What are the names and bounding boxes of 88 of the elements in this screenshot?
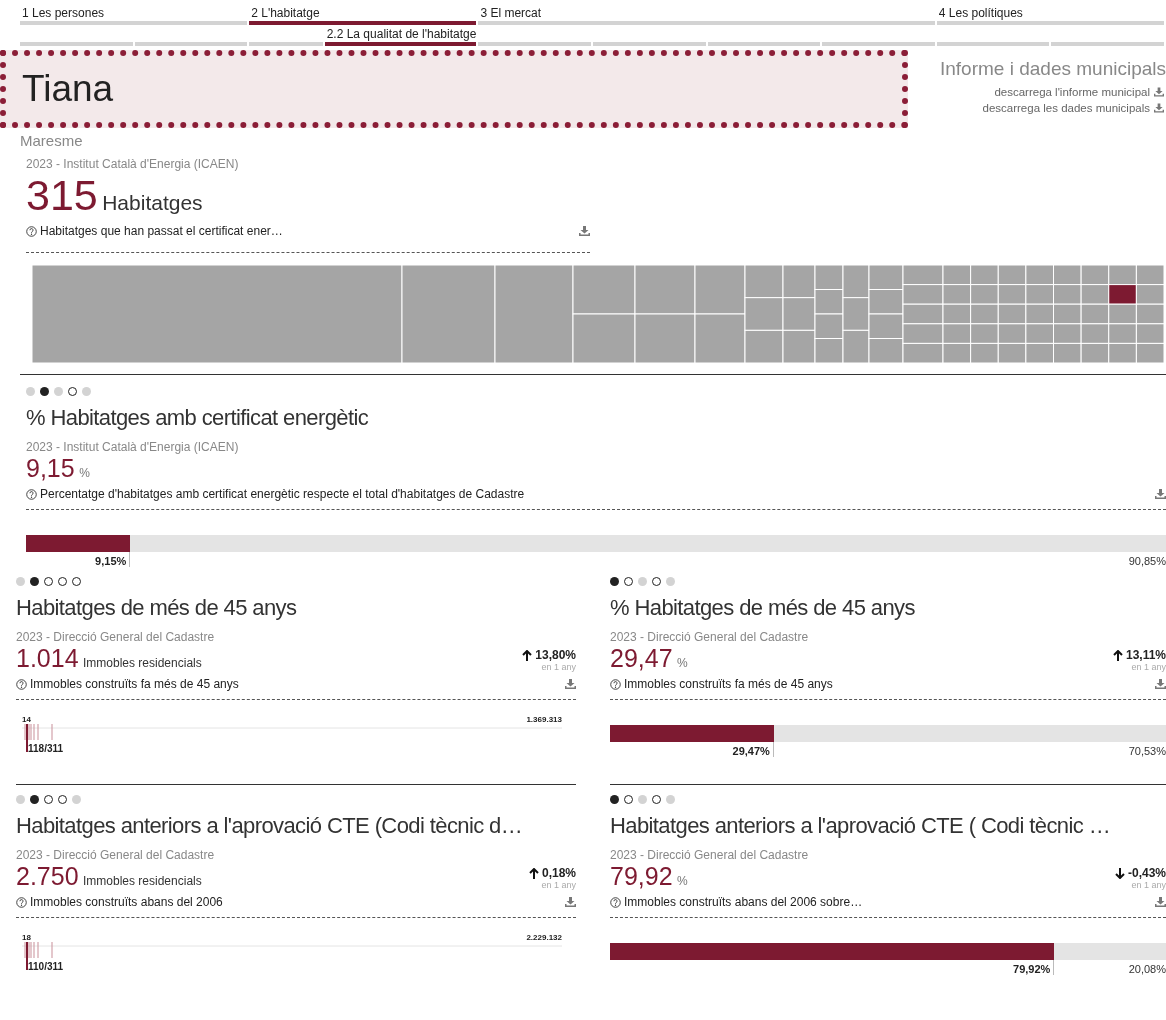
carousel-dot[interactable] (638, 795, 647, 804)
carousel-dot[interactable] (610, 795, 619, 804)
indicator-value: 29,47 (610, 644, 673, 672)
trend-value: 13,80% (535, 648, 576, 662)
unit-label: % (79, 466, 90, 480)
indicator-title: Habitatges anteriors a l'aprovació CTE (Codi tècnic d… (16, 812, 524, 840)
trend-period: en 1 any (1131, 662, 1166, 672)
maximum-label: 1.369.313 (526, 715, 562, 724)
indicator-description: Percentatge d'habitatges amb certificat energètic respecte el total d'habitatges de Cadastre (40, 487, 525, 501)
source-text: 2023 - Institut Català d'Energia (ICAEN) (26, 157, 240, 171)
indicator-title: Habitatges anteriors a l'aprovació CTE ( Codi tècnic … (610, 812, 1112, 840)
maximum-label: 2.229.132 (526, 933, 562, 942)
indicator-title: Habitatges de més de 45 anys (16, 594, 298, 622)
indicator-title: % Habitatges de més de 45 anys (610, 594, 916, 622)
trend-period: en 1 any (541, 662, 576, 672)
help-icon[interactable] (610, 678, 621, 690)
unit-label: Immobles residencials (83, 656, 202, 670)
indicator-description: Habitatges que han passat el certificat ener… (40, 224, 283, 238)
indicator-description: Immobles construïts fa més de 45 anys (30, 677, 239, 691)
source-text: 2023 - Direcció General del Cadastre (16, 630, 216, 644)
remaining-label: 20,08% (1127, 962, 1166, 975)
carousel-dot[interactable] (638, 577, 647, 586)
carousel-dot[interactable] (26, 387, 35, 396)
indicator-value: 2.750 (16, 862, 79, 890)
source-text: 2023 - Direcció General del Cadastre (610, 848, 810, 862)
indicator-value: 9,15 (26, 454, 75, 482)
indicator-value: 79,92 (610, 862, 673, 890)
share-label: 29,47% (610, 742, 774, 757)
remaining-label: 90,85% (1127, 554, 1166, 567)
download-link[interactable]: descarrega les dades municipals (982, 102, 1150, 114)
download-icon[interactable] (1155, 897, 1166, 907)
carousel-dot[interactable] (30, 795, 39, 804)
download-icon[interactable] (1155, 679, 1166, 689)
section-tab[interactable]: 1 Les persones (20, 6, 248, 25)
indicator-description: Immobles construïts fa més de 45 anys (624, 677, 833, 691)
carousel-dot[interactable] (666, 795, 675, 804)
help-icon[interactable] (26, 488, 37, 500)
indicator-title: % Habitatges amb certificat energètic (26, 404, 370, 432)
carousel-dot[interactable] (16, 577, 25, 586)
download-icon[interactable] (565, 897, 576, 907)
source-text: 2023 - Direcció General del Cadastre (16, 848, 216, 862)
help-icon[interactable] (16, 896, 27, 908)
section-tab[interactable]: 2 L'habitatge (249, 6, 477, 25)
help-icon[interactable] (610, 896, 621, 908)
source-text: 2023 - Direcció General del Cadastre (610, 630, 810, 644)
unit-label: Habitatges (102, 191, 203, 214)
carousel-dot[interactable] (82, 387, 91, 396)
share-label: 9,15% (26, 552, 131, 567)
download-icon[interactable] (1155, 489, 1166, 499)
trend-period: en 1 any (541, 880, 576, 890)
download-icon[interactable] (1154, 87, 1164, 97)
rank-label: 118/311 (28, 743, 64, 754)
section-tab[interactable]: 4 Les polítiques (936, 6, 1164, 25)
trend-value: 0,18% (541, 866, 576, 880)
carousel-dot[interactable] (30, 577, 39, 586)
remaining-label: 70,53% (1127, 744, 1166, 757)
source-text: 2023 - Institut Català d'Energia (ICAEN) (26, 440, 240, 454)
carousel-dot[interactable] (610, 577, 619, 586)
carousel-dot[interactable] (16, 795, 25, 804)
region-name: Maresme (20, 132, 84, 149)
unit-label: % (677, 656, 688, 670)
rank-label: 110/311 (28, 961, 64, 972)
unit-label: Immobles residencials (83, 874, 202, 888)
unit-label: % (677, 874, 688, 888)
minimum-label: 14 (22, 715, 31, 724)
indicator-description: Immobles construïts abans del 2006 (30, 895, 223, 909)
share-label: 79,92% (610, 960, 1055, 975)
trend-value: 13,11% (1125, 648, 1166, 662)
indicator-value: 315 (26, 171, 98, 219)
section-tab[interactable]: 3 El mercat (478, 6, 935, 25)
help-icon[interactable] (16, 678, 27, 690)
indicator-description: Immobles construïts abans del 2006 sobre… (624, 895, 863, 909)
download-icon[interactable] (579, 226, 590, 236)
carousel-dot[interactable] (54, 387, 63, 396)
carousel-dot[interactable] (72, 795, 81, 804)
municipality-name: Tiana (22, 68, 114, 110)
indicator-value: 1.014 (16, 644, 79, 672)
trend-period: en 1 any (1131, 880, 1166, 890)
trend-value: -0,43% (1127, 866, 1166, 880)
help-icon[interactable] (26, 225, 37, 237)
subsection-tab[interactable]: 2.2 La qualitat de l'habitatge (324, 27, 477, 46)
download-icon[interactable] (1154, 103, 1164, 113)
carousel-dot[interactable] (40, 387, 49, 396)
carousel-dot[interactable] (666, 577, 675, 586)
minimum-label: 18 (22, 933, 31, 942)
download-link[interactable]: descarrega l'informe municipal (994, 86, 1150, 98)
download-icon[interactable] (565, 679, 576, 689)
downloads-heading: Informe i dades municipals (940, 58, 1166, 80)
